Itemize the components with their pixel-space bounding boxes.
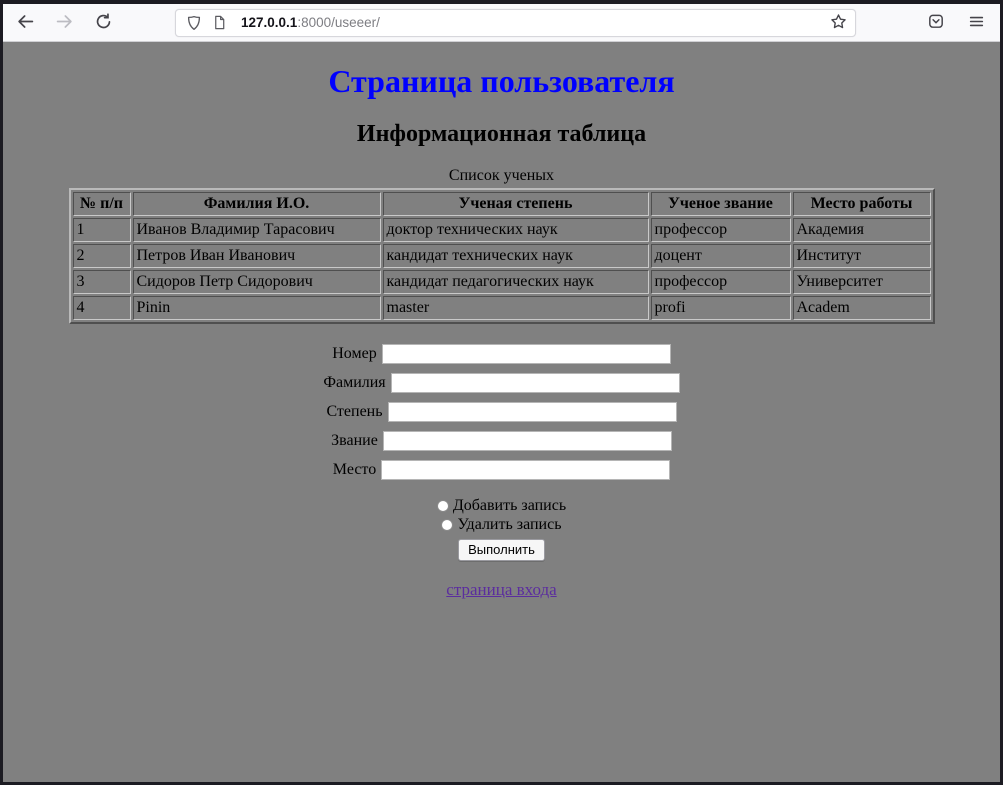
url-bar[interactable]: 127.0.0.1:8000/useeer/	[175, 9, 856, 37]
pocket-button[interactable]	[926, 13, 946, 33]
cell-surname: Сидоров Петр Сидорович	[133, 270, 381, 294]
cell-number: 4	[73, 296, 131, 320]
login-link-row: страница входа	[3, 580, 1000, 600]
url-path: :8000/useeer/	[297, 15, 380, 30]
add-record-radio[interactable]	[437, 500, 449, 512]
pocket-icon	[927, 12, 945, 33]
form-row-rank: Звание	[3, 431, 1000, 451]
forward-button[interactable]	[54, 13, 74, 33]
cell-work: Академия	[793, 218, 931, 242]
scientists-table: Список ученых № п/п Фамилия И.О. Ученая …	[69, 167, 935, 324]
work-label: Место	[333, 461, 376, 478]
delete-record-label: Удалить запись	[457, 516, 561, 533]
page-title: Страница пользователя	[3, 63, 1000, 100]
shield-icon[interactable]	[186, 15, 202, 31]
cell-rank: профессор	[651, 270, 791, 294]
browser-toolbar: 127.0.0.1:8000/useeer/	[3, 4, 1000, 42]
hamburger-menu-icon	[968, 13, 985, 33]
form-row-number: Номер	[3, 344, 1000, 364]
cell-number: 3	[73, 270, 131, 294]
section-heading: Информационная таблица	[3, 121, 1000, 148]
forward-arrow-icon	[56, 13, 73, 33]
delete-record-radio[interactable]	[441, 519, 453, 531]
cell-number: 1	[73, 218, 131, 242]
degree-input[interactable]	[388, 402, 677, 422]
cell-rank: профессор	[651, 218, 791, 242]
header-degree: Ученая степень	[383, 192, 649, 216]
back-arrow-icon	[17, 13, 34, 33]
cell-work: Институт	[793, 244, 931, 268]
page-content: Страница пользователя Информационная таб…	[3, 42, 1000, 782]
action-radio-group: Добавить запись Удалить запись	[3, 496, 1000, 534]
url-host: 127.0.0.1	[241, 15, 297, 30]
form-row-work: Место	[3, 460, 1000, 480]
rank-input[interactable]	[383, 431, 672, 451]
reload-icon	[95, 13, 112, 33]
reload-button[interactable]	[93, 13, 113, 33]
add-record-label: Добавить запись	[453, 497, 566, 514]
header-rank: Ученое звание	[651, 192, 791, 216]
record-form: Номер Фамилия Степень Звание Место Добав…	[3, 344, 1000, 561]
star-icon	[830, 13, 847, 33]
browser-window: 127.0.0.1:8000/useeer/	[0, 0, 1003, 785]
radio-row-add: Добавить запись	[3, 496, 1000, 515]
cell-rank: доцент	[651, 244, 791, 268]
form-row-surname: Фамилия	[3, 373, 1000, 393]
cell-degree: кандидат технических наук	[383, 244, 649, 268]
cell-surname: Петров Иван Иванович	[133, 244, 381, 268]
degree-label: Степень	[326, 403, 382, 420]
bookmark-star-button[interactable]	[830, 13, 847, 33]
number-input[interactable]	[382, 344, 671, 364]
header-surname: Фамилия И.О.	[133, 192, 381, 216]
cell-surname: Иванов Владимир Тарасович	[133, 218, 381, 242]
surname-label: Фамилия	[323, 374, 385, 391]
execute-button[interactable]: Выполнить	[458, 539, 545, 561]
table-header-row: № п/п Фамилия И.О. Ученая степень Ученое…	[73, 192, 931, 216]
work-input[interactable]	[381, 460, 670, 480]
cell-number: 2	[73, 244, 131, 268]
cell-degree: доктор технических наук	[383, 218, 649, 242]
menu-button[interactable]	[966, 13, 986, 33]
url-text[interactable]: 127.0.0.1:8000/useeer/	[241, 15, 830, 30]
cell-degree: master	[383, 296, 649, 320]
cell-surname: Pinin	[133, 296, 381, 320]
table-caption: Список ученых	[69, 167, 935, 188]
form-row-degree: Степень	[3, 402, 1000, 422]
back-button[interactable]	[15, 13, 35, 33]
cell-rank: profi	[651, 296, 791, 320]
header-work: Место работы	[793, 192, 931, 216]
cell-degree: кандидат педагогических наук	[383, 270, 649, 294]
header-number: № п/п	[73, 192, 131, 216]
table-row: 4 Pinin master profi Academ	[73, 296, 931, 320]
page-icon[interactable]	[212, 15, 227, 30]
rank-label: Звание	[331, 432, 378, 449]
cell-work: Университет	[793, 270, 931, 294]
login-page-link[interactable]: страница входа	[446, 580, 556, 599]
cell-work: Academ	[793, 296, 931, 320]
table-row: 2 Петров Иван Иванович кандидат техничес…	[73, 244, 931, 268]
radio-row-delete: Удалить запись	[3, 515, 1000, 534]
table-row: 3 Сидоров Петр Сидорович кандидат педаго…	[73, 270, 931, 294]
table-row: 1 Иванов Владимир Тарасович доктор техни…	[73, 218, 931, 242]
number-label: Номер	[332, 345, 376, 362]
surname-input[interactable]	[391, 373, 680, 393]
